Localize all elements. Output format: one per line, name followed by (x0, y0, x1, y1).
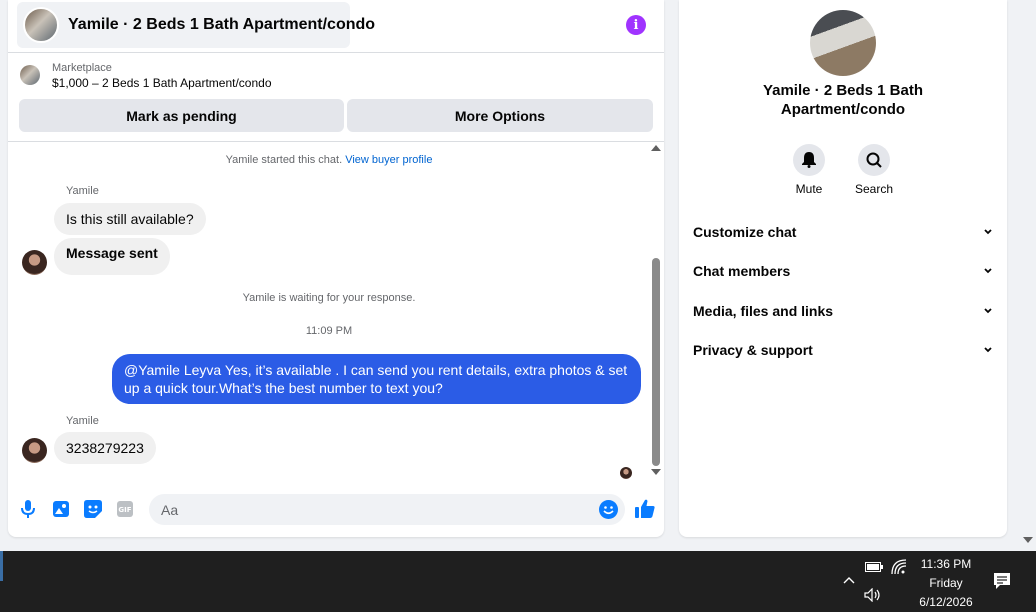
chat-members-row[interactable]: Chat members (693, 259, 993, 283)
listing-avatar (23, 7, 59, 43)
volume-icon[interactable] (864, 588, 882, 602)
message-composer: GIF Aa (8, 490, 664, 530)
taskbar-edge-marker (0, 551, 3, 581)
mute-label: Mute (795, 182, 823, 196)
wifi-icon[interactable] (891, 559, 907, 575)
menu-label: Media, files and links (693, 303, 834, 319)
message-input[interactable]: Aa (149, 494, 625, 525)
sender-name: Yamile (66, 415, 99, 427)
search-button[interactable]: Search (844, 144, 904, 196)
mute-button[interactable]: Mute (779, 144, 839, 196)
listing-thumbnail (20, 65, 40, 85)
emoji-icon[interactable] (599, 500, 618, 524)
clock-day: Friday (929, 576, 963, 590)
sender-avatar[interactable] (22, 438, 47, 463)
menu-label: Chat members (693, 263, 791, 279)
marketplace-label: Marketplace (52, 62, 112, 74)
incoming-message[interactable]: Message sent (54, 238, 170, 275)
bell-icon (793, 144, 825, 176)
taskbar-clock[interactable]: 11:36 PM Friday 6/12/2026 (910, 555, 982, 612)
chevron-down-icon (983, 345, 993, 355)
incoming-message[interactable]: 3238279223 (54, 432, 156, 464)
view-buyer-profile-link[interactable]: View buyer profile (345, 154, 432, 166)
incoming-message[interactable]: Is this still available? (54, 203, 206, 235)
chat-title: Yamile · 2 Beds 1 Bath Apartment/condo (68, 16, 376, 33)
photo-icon[interactable] (51, 499, 71, 519)
read-receipt-avatar (620, 467, 632, 479)
page-scroll-down-arrow-icon[interactable] (1023, 537, 1033, 543)
thumbs-up-icon[interactable] (635, 499, 655, 524)
scroll-thumb[interactable] (652, 258, 660, 466)
chevron-down-icon (983, 306, 993, 316)
sender-avatar[interactable] (22, 250, 47, 275)
show-hidden-icons-chevron-icon[interactable] (842, 573, 856, 587)
marketplace-listing[interactable]: Marketplace $1,000 – 2 Beds 1 Bath Apart… (20, 61, 272, 92)
clock-date: 6/12/2026 (919, 595, 973, 609)
chevron-down-icon (983, 266, 993, 276)
sticker-icon[interactable] (83, 499, 103, 519)
menu-label: Privacy & support (693, 342, 813, 358)
message-scrollbar[interactable] (651, 145, 661, 480)
panel-title: Yamile · 2 Beds 1 Bath Apartment/condo (762, 82, 924, 118)
microphone-icon[interactable] (18, 499, 38, 519)
scroll-down-arrow-icon[interactable] (651, 469, 661, 475)
conversation-info-panel: Yamile · 2 Beds 1 Bath Apartment/condo M… (679, 0, 1007, 537)
chat-started-notice: Yamile started this chat. View buyer pro… (225, 154, 433, 166)
search-label: Search (854, 182, 894, 196)
more-options-button[interactable]: More Options (347, 99, 653, 132)
search-icon (858, 144, 890, 176)
sender-name: Yamile (66, 185, 99, 197)
menu-label: Customize chat (693, 224, 797, 240)
customize-chat-row[interactable]: Customize chat (693, 220, 993, 244)
waiting-notice: Yamile is waiting for your response. (242, 292, 416, 304)
windows-taskbar: 11:36 PM Friday 6/12/2026 (0, 551, 1036, 612)
chat-title-button[interactable]: Yamile · 2 Beds 1 Bath Apartment/condo (17, 2, 375, 48)
media-files-links-row[interactable]: Media, files and links (693, 299, 993, 323)
battery-icon[interactable] (865, 561, 883, 573)
listing-price-title: $1,000 – 2 Beds 1 Bath Apartment/condo (52, 76, 272, 90)
privacy-support-row[interactable]: Privacy & support (693, 338, 993, 362)
listing-photo-avatar[interactable] (810, 10, 876, 76)
info-icon[interactable]: i (626, 15, 646, 35)
message-list: Yamile started this chat. View buyer pro… (8, 142, 650, 484)
clock-time: 11:36 PM (920, 557, 972, 571)
gif-icon[interactable]: GIF (115, 499, 135, 519)
svg-text:GIF: GIF (118, 506, 131, 514)
mark-as-pending-button[interactable]: Mark as pending (19, 99, 344, 132)
notifications-icon[interactable] (993, 572, 1011, 590)
message-timestamp: 11:09 PM (305, 325, 353, 337)
chat-panel: Yamile · 2 Beds 1 Bath Apartment/condo i… (8, 0, 664, 537)
outgoing-message[interactable]: @Yamile Leyva Yes, it’s available . I ca… (112, 354, 641, 404)
chat-header: Yamile · 2 Beds 1 Bath Apartment/condo i (8, 0, 664, 53)
chevron-down-icon (983, 227, 993, 237)
scroll-up-arrow-icon[interactable] (651, 145, 661, 151)
